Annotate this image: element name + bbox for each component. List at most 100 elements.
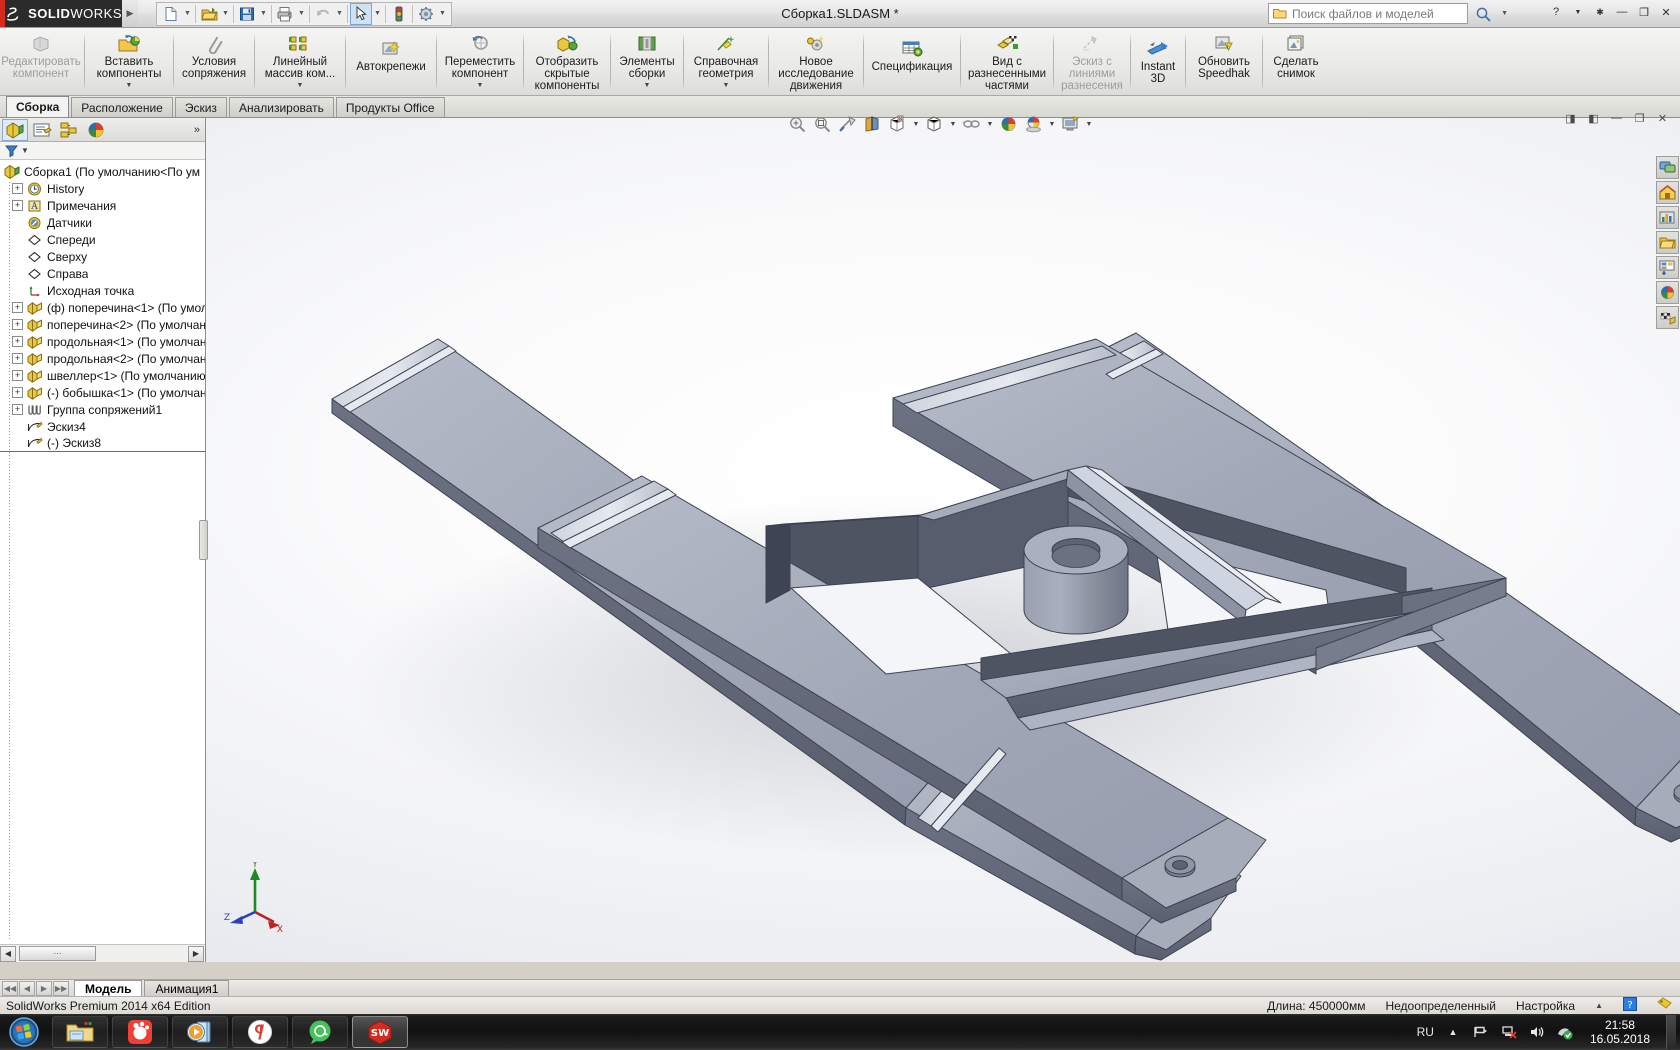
help-button[interactable]: ?	[1548, 4, 1564, 20]
restore-window-button[interactable]: ❐	[1636, 4, 1652, 20]
windows-start-orb[interactable]	[2, 1015, 46, 1049]
solidworks-resources-icon[interactable]	[1656, 156, 1679, 179]
menu-expand-arrow[interactable]: ▶	[122, 0, 138, 27]
network-error-icon[interactable]	[1500, 1023, 1518, 1041]
ribbon-update-speedpak[interactable]: ! Обновить Speedhak	[1188, 30, 1260, 94]
open-document-button[interactable]	[198, 3, 220, 25]
save-document-caret[interactable]: ▼	[258, 3, 269, 25]
media-player-taskbar-icon[interactable]	[172, 1016, 228, 1048]
file-explorer-taskbar-icon[interactable]	[52, 1016, 108, 1048]
tree-item-sensors[interactable]: Датчики	[0, 214, 205, 231]
undo-button[interactable]	[312, 3, 334, 25]
tree-item-poperechina-1[interactable]: + (ф) поперечина<1> (По умол	[0, 299, 205, 316]
language-indicator[interactable]: RU	[1417, 1025, 1434, 1039]
tree-item-history[interactable]: + History	[0, 180, 205, 197]
view-orientation-caret[interactable]: ▼	[911, 113, 921, 135]
chevron-down-icon[interactable]: ▼	[126, 82, 133, 90]
restore-document-button[interactable]: ❐	[1632, 111, 1647, 125]
display-style-caret[interactable]: ▼	[948, 113, 958, 135]
print-document-caret[interactable]: ▼	[296, 3, 307, 25]
tab-sketch[interactable]: Эскиз	[174, 97, 227, 117]
minimize-window-button[interactable]: —	[1614, 4, 1630, 20]
tree-item-mate-group[interactable]: + Группа сопряжений1	[0, 401, 205, 418]
tree-item-right-plane[interactable]: Справа	[0, 265, 205, 282]
select-tool-caret[interactable]: ▼	[372, 3, 383, 25]
scroll-right-button[interactable]: ▶	[188, 945, 204, 962]
gom-player-taskbar-icon[interactable]	[112, 1016, 168, 1048]
expand-toggle[interactable]: +	[12, 336, 23, 347]
expand-toggle[interactable]: +	[12, 319, 23, 330]
edit-appearance-icon[interactable]	[997, 113, 1020, 135]
settings-caret-icon[interactable]: ▲	[1595, 1001, 1603, 1010]
appearances-scenes-icon[interactable]	[1656, 281, 1679, 304]
view-settings-icon[interactable]	[1059, 113, 1082, 135]
feature-tree-filter[interactable]: ▼	[0, 142, 205, 160]
expand-toggle[interactable]: +	[12, 353, 23, 364]
new-document-caret[interactable]: ▼	[182, 3, 193, 25]
first-tab-button[interactable]: ◀◀	[2, 981, 18, 996]
rebuild-button[interactable]	[388, 3, 410, 25]
settings-label[interactable]: Настройка	[1516, 999, 1575, 1013]
prev-tab-button[interactable]: ◀	[19, 981, 35, 996]
ribbon-instant-3d[interactable]: Instant 3D	[1133, 30, 1183, 94]
assembly-3d-model[interactable]	[206, 118, 1680, 962]
pin-menu-icon[interactable]: ✱	[1592, 4, 1608, 20]
ribbon-bill-of-materials[interactable]: Спецификация	[866, 30, 958, 94]
display-style-icon[interactable]	[923, 113, 946, 135]
expand-toggle[interactable]: +	[12, 200, 23, 211]
tab-evaluate[interactable]: Анализировать	[228, 97, 334, 117]
ribbon-new-motion-study[interactable]: Новое исследование движения	[771, 30, 861, 94]
search-input[interactable]: Поиск файлов и моделей	[1268, 3, 1468, 24]
tree-root-assembly[interactable]: Сборка1 (По умолчанию<По ум	[0, 163, 205, 180]
document-tab-model[interactable]: Модель	[74, 980, 143, 997]
view-settings-caret[interactable]: ▼	[1084, 113, 1094, 135]
tree-item-prodolnaya-1[interactable]: + продольная<1> (По умолчани	[0, 333, 205, 350]
custom-properties-icon[interactable]	[1656, 306, 1679, 329]
show-desktop-button[interactable]	[1666, 1015, 1676, 1049]
chevron-down-icon[interactable]: ▼	[723, 82, 730, 90]
panel-splitter-handle[interactable]	[199, 520, 208, 560]
search-options-caret[interactable]: ▼	[1501, 10, 1508, 17]
scroll-thumb[interactable]: ⋯	[19, 946, 96, 961]
tab-layout[interactable]: Расположение	[71, 97, 173, 117]
last-tab-button[interactable]: ▶▶	[53, 981, 69, 996]
chevron-down-icon[interactable]: ▼	[477, 82, 484, 90]
tree-item-poperechina-2[interactable]: + поперечина<2> (По умолчан	[0, 316, 205, 333]
view-palette-icon[interactable]	[1656, 256, 1679, 279]
select-tool-button[interactable]	[350, 2, 372, 25]
ribbon-edit-component[interactable]: Редактировать компонент	[0, 30, 82, 94]
next-tab-button[interactable]: ▶	[36, 981, 52, 996]
zoom-to-area-icon[interactable]	[811, 113, 834, 135]
help-caret-icon[interactable]: ▼	[1570, 4, 1586, 20]
feature-manager-tree-tab[interactable]	[2, 118, 28, 141]
expand-toggle[interactable]: +	[12, 387, 23, 398]
apply-scene-caret[interactable]: ▼	[1047, 113, 1057, 135]
expand-toggle[interactable]: +	[12, 183, 23, 194]
tree-item-prodolnaya-2[interactable]: + продольная<2> (По умолчани	[0, 350, 205, 367]
chevron-down-icon[interactable]: ▼	[297, 82, 304, 90]
tree-item-bobyshka-1[interactable]: + (-) бобышка<1> (По умолчан	[0, 384, 205, 401]
expand-toggle[interactable]: +	[12, 404, 23, 415]
options-caret[interactable]: ▼	[437, 3, 448, 25]
graphics-area[interactable]: Y X Z	[206, 118, 1680, 962]
tree-item-origin[interactable]: Исходная точка	[0, 282, 205, 299]
ribbon-reference-geometry[interactable]: Справочная геометрия ▼	[686, 30, 766, 94]
filter-caret-icon[interactable]: ▼	[21, 146, 29, 155]
tab-office-products[interactable]: Продукты Office	[335, 97, 445, 117]
volume-icon[interactable]	[1528, 1023, 1546, 1041]
ribbon-mate[interactable]: Условия сопряжения	[176, 30, 252, 94]
design-library-icon[interactable]	[1656, 181, 1679, 204]
feature-tree[interactable]: Сборка1 (По умолчанию<По ум + History + …	[0, 160, 205, 944]
restore-left-pane-button[interactable]: ◨	[1563, 111, 1578, 125]
ribbon-linear-pattern[interactable]: Линейный массив ком... ▼	[257, 30, 343, 94]
icq-taskbar-icon[interactable]	[292, 1016, 348, 1048]
print-document-button[interactable]	[274, 3, 296, 25]
panel-expand-button[interactable]: »	[194, 124, 200, 136]
apply-scene-icon[interactable]	[1022, 113, 1045, 135]
ribbon-explode-line-sketch[interactable]: Эскиз с линиями разнесения	[1056, 30, 1128, 94]
minimize-document-button[interactable]: —	[1609, 111, 1624, 125]
solidworks-taskbar-icon[interactable]: SW	[352, 1016, 408, 1048]
flag-action-center-icon[interactable]	[1472, 1023, 1490, 1041]
new-document-button[interactable]	[160, 3, 182, 25]
tree-item-annotations[interactable]: + A Примечания	[0, 197, 205, 214]
